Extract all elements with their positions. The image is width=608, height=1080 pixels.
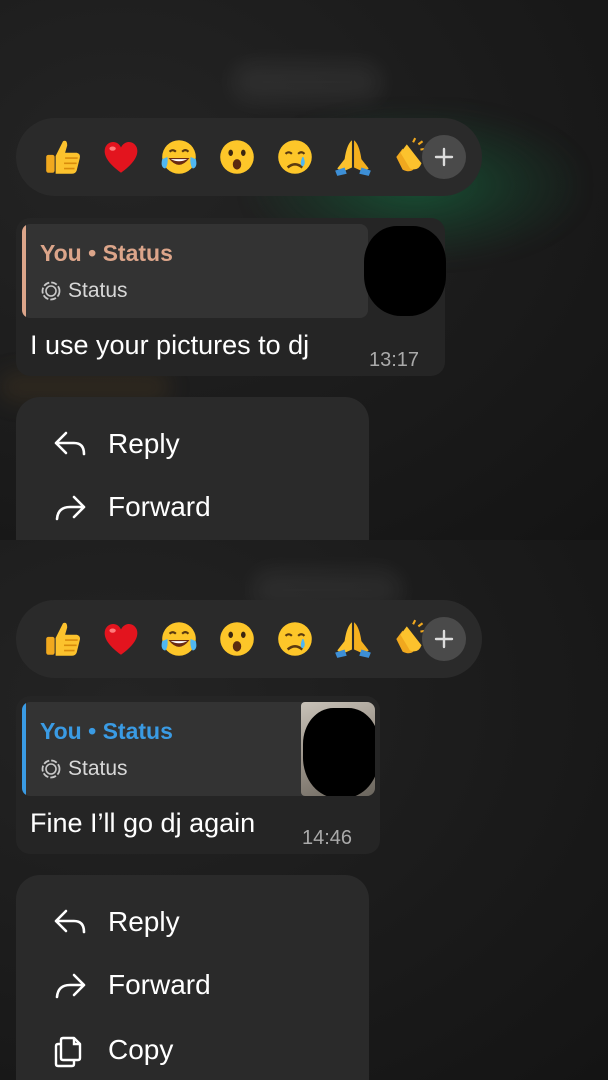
message-bubble[interactable]: You • Status Status I use your pictures … <box>16 218 446 376</box>
menu-item-label: Reply <box>108 906 180 937</box>
reply-arrow-icon <box>54 431 86 456</box>
reply-quote-title: You • Status <box>40 718 173 744</box>
menu-item-reply[interactable]: Reply <box>52 424 180 464</box>
red-heart-emoji[interactable] <box>92 610 150 668</box>
astonished-face-emoji[interactable] <box>208 128 266 186</box>
add-reaction-button[interactable] <box>422 135 466 179</box>
reply-quote-title: You • Status <box>40 240 173 266</box>
context-menu: Reply Forward <box>16 397 369 540</box>
reply-quote-subtitle: Status <box>40 279 128 303</box>
reply-quote-subtitle: Status <box>40 757 128 781</box>
blurred-background-element <box>232 62 382 102</box>
crying-face-emoji[interactable] <box>266 128 324 186</box>
menu-item-label: Reply <box>108 428 180 459</box>
menu-item-label: Forward <box>108 491 211 522</box>
message-bubble[interactable]: You • Status Status Fine I’ll go dj agai… <box>16 696 380 854</box>
folded-hands-emoji[interactable] <box>324 610 382 668</box>
copy-icon <box>54 1036 82 1068</box>
thumbs-up-emoji[interactable] <box>34 610 92 668</box>
forward-arrow-icon <box>55 973 86 999</box>
red-heart-emoji[interactable] <box>92 128 150 186</box>
menu-item-reply[interactable]: Reply <box>52 902 180 942</box>
menu-item-forward[interactable]: Forward <box>52 487 211 527</box>
context-menu-panel-top: You • Status Status I use your pictures … <box>0 0 608 540</box>
face-with-tears-of-joy-emoji[interactable] <box>150 610 208 668</box>
forward-arrow-icon <box>55 495 86 521</box>
reply-quote[interactable]: You • Status Status <box>22 702 375 796</box>
thumbs-up-emoji[interactable] <box>34 128 92 186</box>
astonished-face-emoji[interactable] <box>208 610 266 668</box>
status-thumbnail <box>301 702 375 796</box>
redacted-thumbnail <box>303 708 375 796</box>
message-time: 13:17 <box>369 349 420 371</box>
redacted-thumbnail <box>364 226 446 316</box>
menu-item-copy[interactable]: Copy <box>52 1030 173 1070</box>
plus-icon <box>434 629 454 649</box>
message-text: Fine I’ll go dj again <box>30 808 256 838</box>
context-menu-panel-bottom: You • Status Status Fine I’ll go dj agai… <box>0 540 608 1080</box>
reply-quote-bar <box>22 702 26 796</box>
context-menu: Reply Forward Copy <box>16 875 369 1080</box>
folded-hands-emoji[interactable] <box>324 128 382 186</box>
reaction-bar <box>16 600 482 678</box>
face-with-tears-of-joy-emoji[interactable] <box>150 128 208 186</box>
reply-quote[interactable]: You • Status Status <box>22 224 368 318</box>
message-text: I use your pictures to dj <box>30 330 310 360</box>
screenshot-stage: You • Status Status I use your pictures … <box>0 0 608 1080</box>
reply-quote-subtitle-text: Status <box>68 279 128 302</box>
reaction-bar <box>16 118 482 196</box>
menu-item-label: Copy <box>108 1034 174 1065</box>
menu-item-forward[interactable]: Forward <box>52 965 211 1005</box>
menu-item-label: Forward <box>108 969 211 1000</box>
reply-quote-bar <box>22 224 26 318</box>
crying-face-emoji[interactable] <box>266 610 324 668</box>
reply-quote-subtitle-text: Status <box>68 757 128 780</box>
status-ring-icon <box>41 281 61 301</box>
message-time: 14:46 <box>302 827 353 849</box>
status-ring-icon <box>41 759 61 779</box>
add-reaction-button[interactable] <box>422 617 466 661</box>
plus-icon <box>434 147 454 167</box>
reply-arrow-icon <box>54 909 86 934</box>
